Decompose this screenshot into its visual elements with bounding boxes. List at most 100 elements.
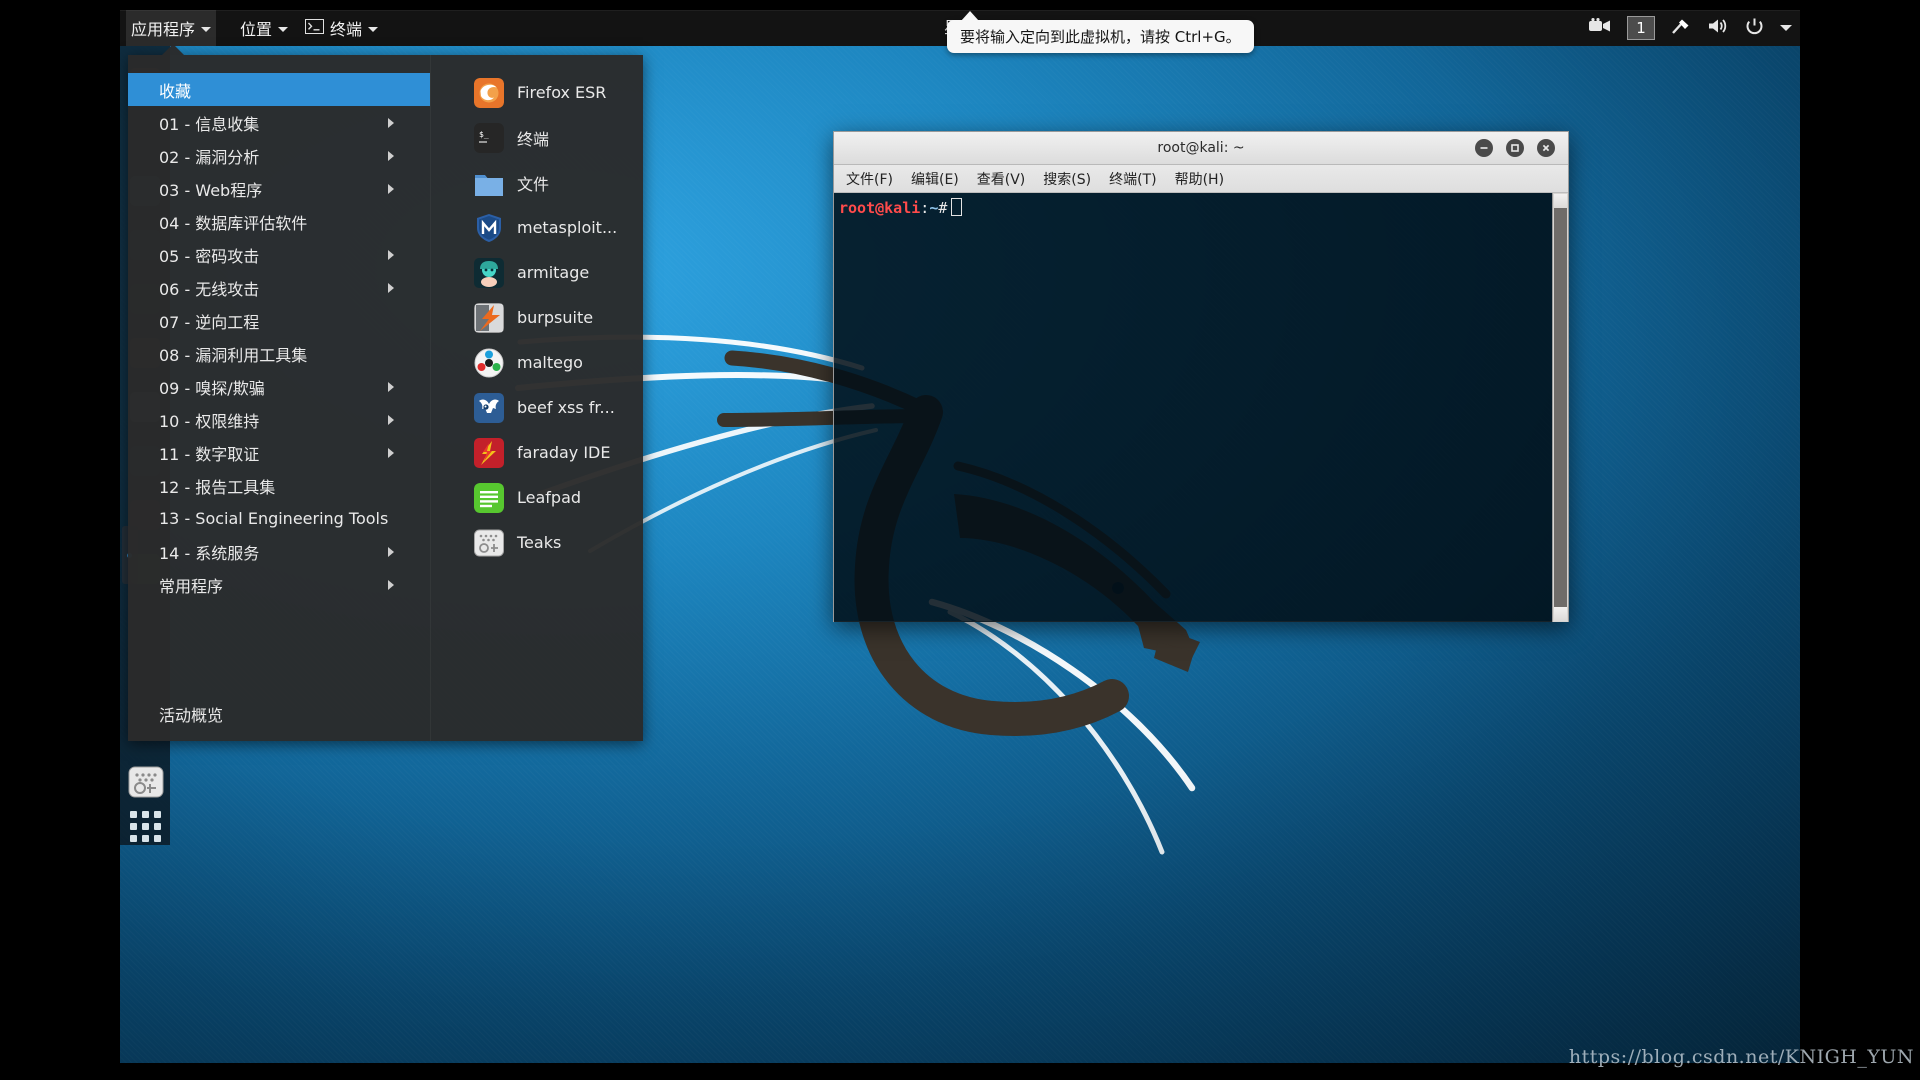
menu-category-label: 08 - 漏洞利用工具集 [159,345,308,365]
menu-favorite-label: beef xss fr... [517,398,615,417]
vm-input-tooltip-text: 要将输入定向到此虚拟机，请按 Ctrl+G。 [960,28,1241,46]
submenu-arrow-icon [388,415,394,425]
menu-favorite-item[interactable]: faraday IDE [431,430,644,475]
terminal-menu-help[interactable]: 帮助(H) [1175,169,1224,189]
menu-favorite-item[interactable]: Firefox ESR [431,70,644,115]
faraday-icon [474,437,504,468]
menu-category-item[interactable]: 01 - 信息收集 [128,106,430,139]
menu-category-label: 01 - 信息收集 [159,114,260,134]
menu-favorite-item[interactable]: metasploit... [431,205,644,250]
menu-favorite-item[interactable]: maltego [431,340,644,385]
applications-menu-popup: 收藏 01 - 信息收集 02 - 漏洞分析 03 - Web程序 04 - 数据库评估… [128,44,644,741]
menu-category-label: 02 - 漏洞分析 [159,147,260,167]
menu-category-item[interactable]: 常用程序 [128,568,430,601]
workspace-indicator[interactable]: 1 [1627,16,1655,40]
terminal-menu-edit[interactable]: 编辑(E) [911,169,959,189]
menu-favorites-column: Firefox ESR $_ 终端文件 metasploit... armitage bu… [430,55,644,741]
prompt-sigil: # [938,199,948,217]
menu-favorite-item[interactable]: Leafpad [431,475,644,520]
terminal-icon: $_ [474,122,504,153]
menu-favorite-item[interactable]: 文件 [431,160,644,205]
submenu-arrow-icon [388,184,394,194]
prompt-user-host: root@kali [839,199,921,217]
power-icon[interactable] [1745,17,1764,40]
terminal-output-area[interactable]: root@kali:~# [834,193,1568,622]
maximize-button[interactable] [1506,139,1524,157]
burpsuite-icon [474,302,504,333]
teaks-icon [474,528,504,558]
maltego-icon [474,348,504,378]
menu-category-item[interactable]: 08 - 漏洞利用工具集 [128,337,430,370]
menu-favorite-item[interactable]: Teaks [431,520,644,565]
files-folder-icon [474,168,504,198]
menu-favorite-item[interactable]: $_ 终端 [431,115,644,160]
menu-category-label: 12 - 报告工具集 [159,477,276,497]
terminal-scrollbar[interactable] [1552,193,1568,622]
vm-input-tooltip: 要将输入定向到此虚拟机，请按 Ctrl+G。 [947,11,1254,53]
prompt-colon: : [920,199,930,217]
menu-category-item[interactable]: 12 - 报告工具集 [128,469,430,502]
terminal-menu-file[interactable]: 文件(F) [846,169,893,189]
prompt-path: ~ [929,199,939,217]
submenu-arrow-icon [388,283,394,293]
menu-favorite-item[interactable]: armitage [431,250,644,295]
terminal-title: root@kali: ~ [1157,140,1245,156]
menu-category-item[interactable]: 13 - Social Engineering Tools [128,502,430,535]
scrollbar-thumb[interactable] [1554,208,1567,607]
menu-favorite-item[interactable]: beef xss fr... [431,385,644,430]
show-applications-grid-icon[interactable] [130,811,162,843]
terminal-menubar: 文件(F) 编辑(E) 查看(V) 搜索(S) 终端(T) 帮助(H) [834,165,1568,193]
scroll-down-arrow[interactable] [1554,607,1567,621]
terminal-titlebar[interactable]: root@kali: ~ [834,132,1568,165]
menu-category-item[interactable]: 14 - 系统服务 [128,535,430,568]
activities-overview-label: 活动概览 [159,705,224,725]
submenu-arrow-icon [388,118,394,128]
menu-category-label: 10 - 权限维持 [159,411,260,431]
tooltip-tail [961,11,979,21]
menu-category-column: 收藏 01 - 信息收集 02 - 漏洞分析 03 - Web程序 04 - 数据库评估… [128,55,430,741]
volume-icon[interactable] [1707,17,1729,39]
leafpad-icon [474,482,504,513]
close-button[interactable] [1537,139,1555,157]
menu-category-label: 07 - 逆向工程 [159,312,260,332]
screencast-icon[interactable] [1589,18,1611,38]
menu-category-item[interactable]: 02 - 漏洞分析 [128,139,430,172]
svg-text:$_: $_ [479,130,489,139]
menu-favorite-item[interactable]: burpsuite [431,295,644,340]
menu-category-label: 收藏 [159,81,192,101]
submenu-arrow-icon [388,151,394,161]
dock-teaks-icon[interactable] [128,764,164,800]
menu-category-item[interactable]: 11 - 数字取证 [128,436,430,469]
menu-category-item[interactable]: 03 - Web程序 [128,172,430,205]
terminal-prompt-line: root@kali:~# [839,198,963,218]
menu-category-item[interactable]: 07 - 逆向工程 [128,304,430,337]
armitage-icon [474,257,504,288]
terminal-window[interactable]: root@kali: ~ 文件(F) 编辑(E) 查看(V) 搜索(S) 终端(… [833,131,1569,622]
menu-category-item[interactable]: 09 - 嗅探/欺骗 [128,370,430,403]
menu-category-item[interactable]: 10 - 权限维持 [128,403,430,436]
menu-category-item[interactable]: 04 - 数据库评估软件 [128,205,430,238]
menu-pointer-arrow [162,44,184,55]
menu-favorite-label: 文件 [517,174,550,194]
scroll-up-arrow[interactable] [1554,194,1567,208]
menu-favorite-label: burpsuite [517,308,594,327]
menu-favorite-label: metasploit... [517,218,618,237]
menu-category-item[interactable]: 05 - 密码攻击 [128,238,430,271]
menu-category-label: 09 - 嗅探/欺骗 [159,378,265,398]
terminal-menu-view[interactable]: 查看(V) [977,169,1026,189]
system-menu-caret-icon[interactable] [1780,25,1792,31]
minimize-button[interactable] [1475,139,1493,157]
activities-overview-item[interactable]: 活动概览 [128,697,461,730]
panel-status-area: 1 [1589,10,1792,46]
submenu-arrow-icon [388,382,394,392]
menu-category-label: 11 - 数字取证 [159,444,260,464]
terminal-menu-search[interactable]: 搜索(S) [1043,169,1091,189]
menu-category-label: 常用程序 [159,576,224,596]
menu-category-item[interactable]: 06 - 无线攻击 [128,271,430,304]
menu-favorite-label: Leafpad [517,488,582,507]
terminal-menu-terminal[interactable]: 终端(T) [1109,169,1156,189]
network-icon[interactable] [1671,17,1691,39]
menu-category-label: 14 - 系统服务 [159,543,260,563]
menu-category-item[interactable]: 收藏 [128,73,430,106]
menu-category-label: 05 - 密码攻击 [159,246,260,266]
